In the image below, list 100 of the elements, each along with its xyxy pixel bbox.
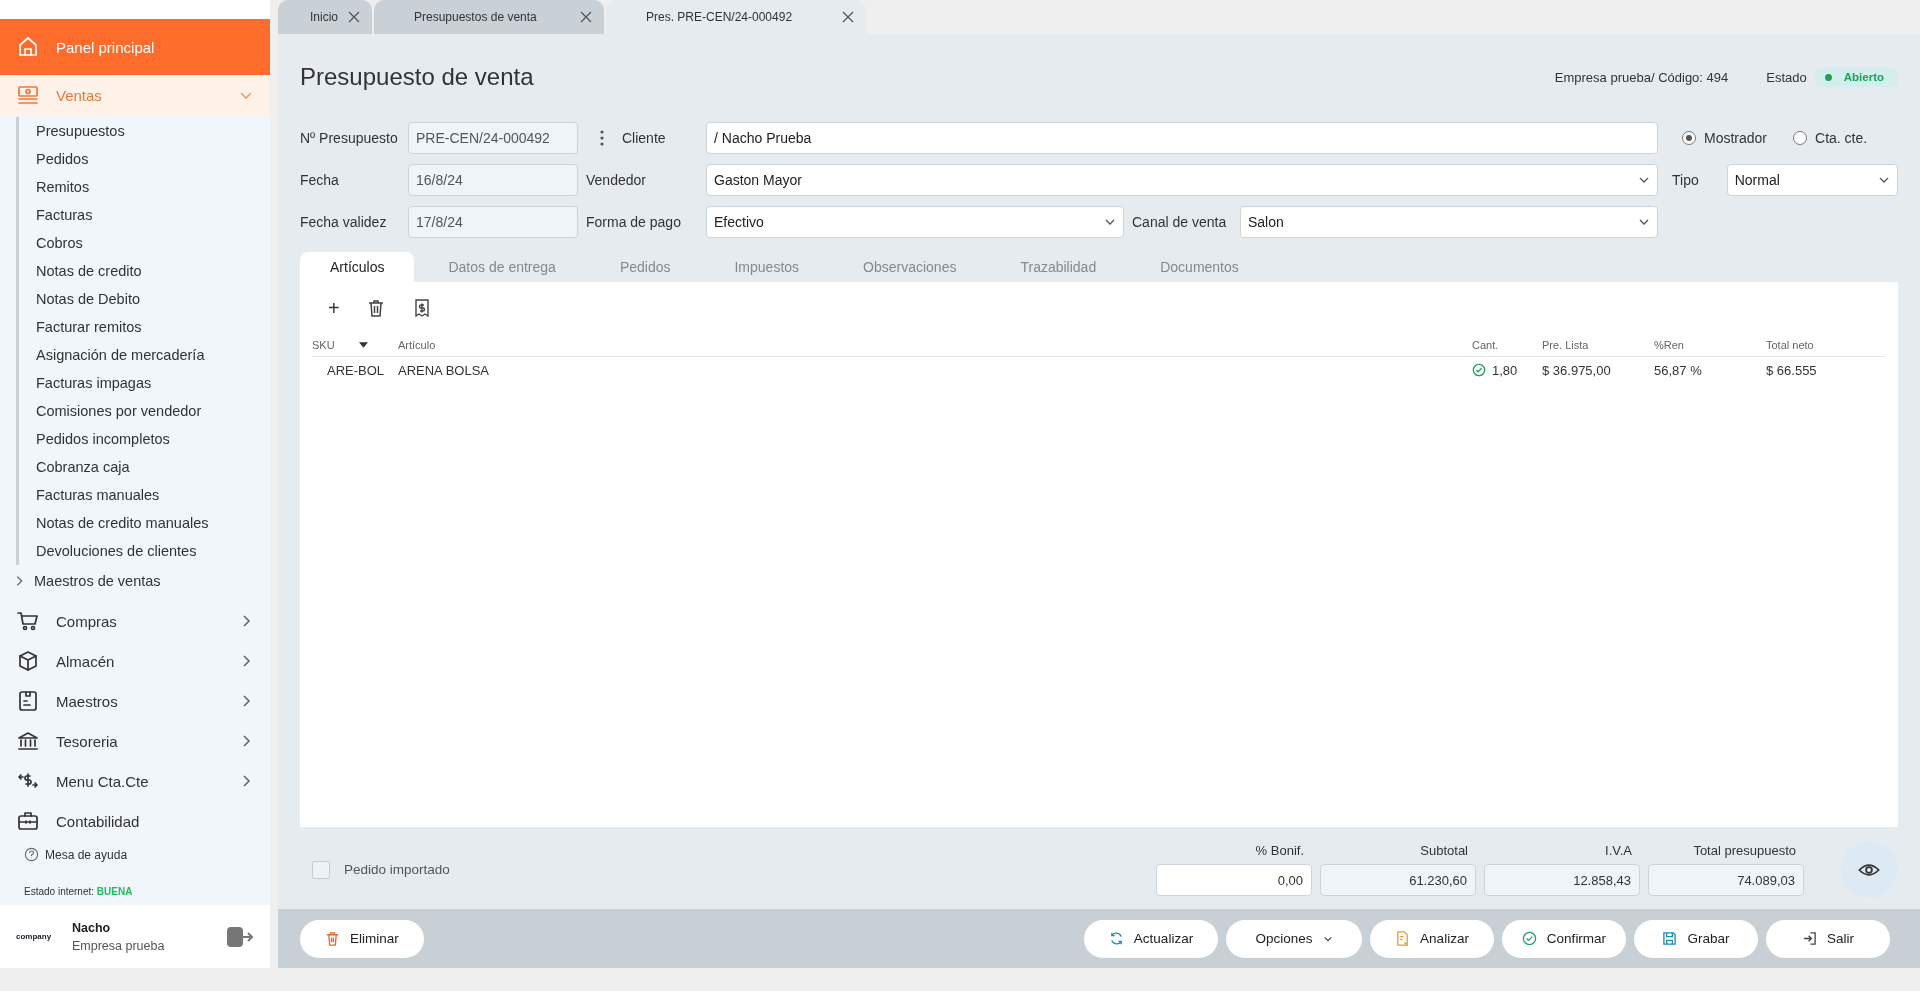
input-field[interactable]: PRE-CEN/24-000492 <box>408 122 578 155</box>
total-label: Total presupuesto <box>1693 843 1797 859</box>
date-field[interactable]: 16/8/24 <box>408 164 578 197</box>
sidebar-item[interactable]: Menu Cta.Cte <box>0 761 270 801</box>
refresh-icon <box>1108 931 1124 947</box>
submenu-item[interactable]: Pedidos incompletos <box>16 425 270 453</box>
field-label: Nº Presupuesto <box>300 130 399 147</box>
check-circle-icon <box>1521 931 1537 947</box>
submenu-item[interactable]: Asignación de mercadería <box>16 341 270 369</box>
input-field[interactable]: 0,00 <box>1156 864 1312 897</box>
company-code: Empresa prueba/ Código: 494 <box>1554 69 1729 85</box>
table-cell-text: 56,87 % <box>1654 362 1703 378</box>
submenu-item[interactable]: Pedidos <box>16 145 270 173</box>
date-field[interactable]: 17/8/24 <box>408 206 578 239</box>
cart-icon <box>16 609 40 633</box>
submenu-item[interactable]: Comisiones por vendedor <box>16 397 270 425</box>
submenu-item[interactable]: Facturas manuales <box>16 481 270 509</box>
column-header[interactable]: %Ren <box>1654 339 1766 352</box>
submenu-item[interactable]: Cobros <box>16 229 270 257</box>
total-label: Subtotal <box>1420 843 1469 859</box>
radio-option[interactable]: Mostrador <box>1682 130 1768 147</box>
select-field[interactable]: Gaston Mayor <box>706 164 1658 197</box>
total-field: 74.089,03 <box>1648 864 1804 897</box>
submenu-item[interactable]: Notas de Debito <box>16 285 270 313</box>
sidebar-item[interactable]: Almacén <box>0 641 270 681</box>
board-icon <box>16 689 40 713</box>
table-cell-text: $ 66.555 <box>1766 362 1818 378</box>
more-icon[interactable] <box>600 130 604 147</box>
action-button[interactable]: Confirmar <box>1502 919 1626 958</box>
status-label: Estado <box>1766 69 1807 85</box>
table-cell-text: $ 36.975,00 <box>1542 362 1612 378</box>
field-label: Fecha <box>300 172 340 189</box>
home-icon <box>16 35 40 59</box>
dropdown-button[interactable]: Opciones <box>1226 919 1362 958</box>
submenu-item[interactable]: Remitos <box>16 173 270 201</box>
column-header[interactable]: Pre. Lista <box>1542 339 1654 352</box>
select-field[interactable]: Salon <box>1240 206 1658 239</box>
submenu-item[interactable]: Facturas impagas <box>16 369 270 397</box>
submenu-item[interactable]: Devoluciones de clientes <box>16 537 270 565</box>
checkbox-label: Pedido importado <box>344 862 450 878</box>
submenu-item[interactable]: Facturas <box>16 201 270 229</box>
submenu-group[interactable]: Maestros de ventas <box>12 565 270 597</box>
exit-icon <box>1802 931 1817 947</box>
logout-icon[interactable] <box>226 924 254 949</box>
action-button[interactable]: Analizar <box>1370 919 1494 958</box>
money-icon <box>16 83 40 107</box>
checkbox[interactable] <box>312 860 330 879</box>
column-header[interactable]: Cant. <box>1472 339 1542 352</box>
total-label: % Bonif. <box>1255 843 1305 859</box>
sidebar-item[interactable]: Compras <box>0 601 270 641</box>
submenu-item[interactable]: Cobranza caja <box>16 453 270 481</box>
action-button[interactable]: Eliminar <box>300 919 424 958</box>
submenu-item[interactable]: Facturar remitos <box>16 313 270 341</box>
trash-icon <box>325 931 341 947</box>
status-badge: Abierto <box>1814 67 1898 88</box>
field-label: Fecha validez <box>300 214 388 231</box>
save-icon <box>1662 931 1678 947</box>
page-title: Presupuesto de venta <box>300 63 535 92</box>
tab[interactable]: Presupuestos de venta <box>374 0 604 34</box>
user-company: Empresa prueba <box>72 938 166 953</box>
column-header[interactable]: SKU <box>312 339 398 352</box>
action-button[interactable]: Grabar <box>1634 919 1758 958</box>
column-header[interactable]: Total neto <box>1766 339 1886 352</box>
sort-icon[interactable] <box>358 342 368 349</box>
action-button[interactable]: Salir <box>1766 919 1890 958</box>
sidebar-item[interactable]: Tesoreria <box>0 721 270 761</box>
submenu-item[interactable]: Notas de credito manuales <box>16 509 270 537</box>
user-name: Nacho <box>72 920 112 935</box>
add-button[interactable]: + <box>328 298 340 319</box>
close-icon[interactable] <box>348 11 360 23</box>
sidebar-item[interactable]: Maestros <box>0 681 270 721</box>
field-label: Forma de pago <box>586 214 682 231</box>
field-label: Cliente <box>622 130 666 147</box>
help-link[interactable]: Mesa de ayuda <box>45 847 128 862</box>
sidebar-item[interactable]: Contabilidad <box>0 801 270 841</box>
tab[interactable]: Inicio <box>278 0 372 34</box>
eye-button[interactable] <box>1840 840 1898 899</box>
input-field[interactable]: / Nacho Prueba <box>706 122 1658 155</box>
tab[interactable]: Pres. PRE-CEN/24-000492 <box>606 0 866 34</box>
bank-icon <box>16 729 40 753</box>
column-header[interactable]: Artículo <box>398 339 1472 352</box>
submenu-item[interactable]: Presupuestos <box>16 117 270 145</box>
tab[interactable]: Artículos <box>300 252 415 283</box>
total-field: 61.230,60 <box>1320 864 1476 897</box>
select-field[interactable]: Normal <box>1726 164 1898 197</box>
field-label: Canal de venta <box>1132 214 1228 231</box>
submenu-item[interactable]: Notas de credito <box>16 257 270 285</box>
select-field[interactable]: Efectivo <box>706 206 1124 239</box>
field-label: Vendedor <box>586 172 647 189</box>
total-field: 12.858,43 <box>1484 864 1640 897</box>
briefcase-icon <box>16 809 40 833</box>
close-icon[interactable] <box>842 11 854 23</box>
action-button[interactable]: Actualizar <box>1084 919 1218 958</box>
close-icon[interactable] <box>580 11 592 23</box>
radio-option[interactable]: Cta. cte. <box>1793 130 1868 147</box>
table-cell: 1,80 <box>1492 362 1518 378</box>
field-label: Tipo <box>1672 172 1699 189</box>
document-icon <box>1395 931 1411 947</box>
table-cell-text: ARE-BOL <box>326 362 386 378</box>
table-cell-text: ARENA BOLSA <box>398 362 491 378</box>
